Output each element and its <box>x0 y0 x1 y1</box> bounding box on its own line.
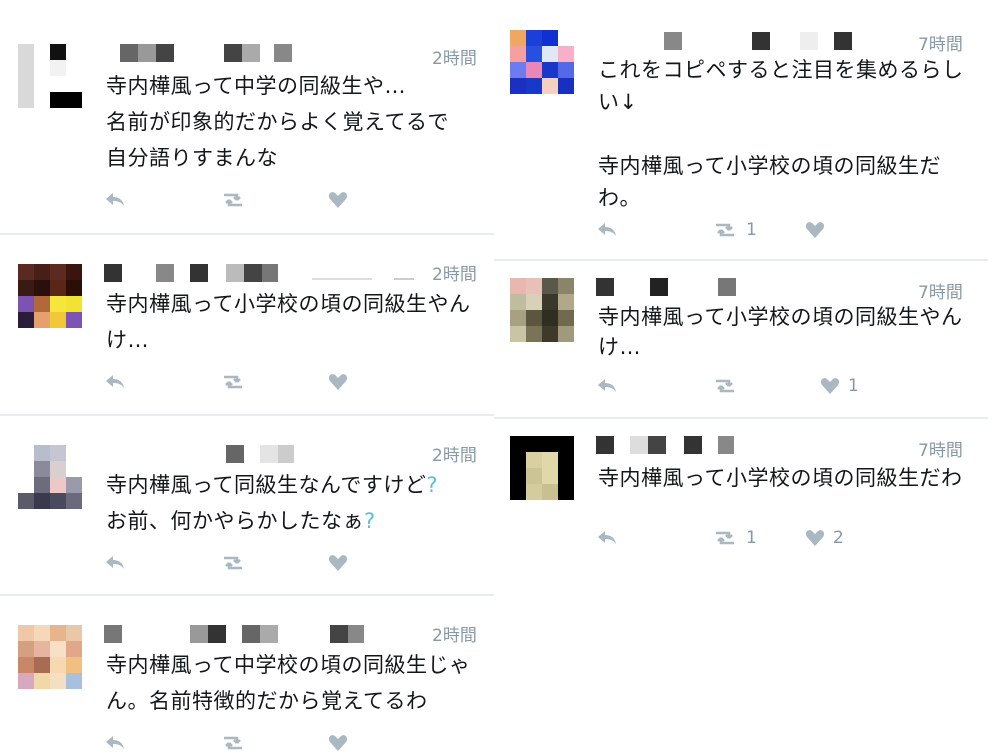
tweet-card[interactable]: 7時間 これをコピペすると注目を集めるらし い↓ 寺内樺風って小学校の頃の同級生… <box>494 0 1000 258</box>
reply-button[interactable] <box>596 529 618 547</box>
tweet-time[interactable]: 7時間 <box>918 278 963 303</box>
username-redacted[interactable] <box>596 278 896 296</box>
tweet-text-line: お前、何かやらかしたなぁ <box>106 509 364 533</box>
tweet-time[interactable]: 7時間 <box>918 30 963 55</box>
divider <box>0 594 494 596</box>
retweet-count: 1 <box>746 220 757 240</box>
divider <box>0 233 494 235</box>
avatar[interactable] <box>510 436 574 508</box>
reply-icon <box>598 223 616 236</box>
retweet-button[interactable] <box>712 377 746 395</box>
retweet-button[interactable] <box>220 191 254 209</box>
retweet-icon <box>716 379 734 393</box>
tweet-text: これをコピペすると注目を集めるらし い↓ 寺内樺風って小学校の頃の同級生だ わ。 <box>598 58 964 210</box>
divider <box>494 417 988 419</box>
retweet-button[interactable] <box>220 554 254 572</box>
tweet-actions: 1 2 <box>596 526 888 550</box>
reply-button[interactable] <box>104 373 126 391</box>
tweet-card[interactable]: 2時間 寺内樺風って中学の同級生や… 名前が印象的だからよく覚えてるで 自分語り… <box>0 0 494 232</box>
tweet-actions: 1 <box>596 218 877 242</box>
username-redacted[interactable] <box>120 44 320 62</box>
tweet-card[interactable]: 7時間 寺内樺風って小学校の頃の同級生やん け… 1 <box>494 262 1000 416</box>
tweet-text: 寺内樺風って小学校の頃の同級生やん け… <box>106 292 471 352</box>
retweet-button[interactable]: 1 <box>712 220 757 240</box>
tweet-text: 寺内樺風って中学の同級生や… 名前が印象的だからよく覚えてるで 自分語りすまんな <box>106 74 449 170</box>
tweet-time[interactable]: 2時間 <box>432 621 477 646</box>
heart-icon <box>328 735 348 751</box>
username-redacted[interactable] <box>104 264 424 282</box>
like-button[interactable] <box>328 373 356 391</box>
retweet-icon <box>224 375 242 389</box>
reply-icon <box>106 556 124 569</box>
heart-icon <box>328 192 348 208</box>
retweet-icon <box>716 531 734 545</box>
like-button[interactable]: 2 <box>805 528 844 548</box>
reply-button[interactable] <box>104 734 126 752</box>
divider <box>0 414 494 416</box>
reply-icon <box>598 531 616 544</box>
tweet-time[interactable]: 7時間 <box>918 436 963 461</box>
tweet-time[interactable]: 2時間 <box>432 260 477 285</box>
like-count: 2 <box>832 528 844 548</box>
retweet-button[interactable] <box>220 373 254 391</box>
like-button[interactable] <box>328 734 356 752</box>
heart-icon <box>805 222 824 238</box>
tweet-card[interactable]: 2時間 寺内樺風って同級生なんですけど? お前、何かやらかしたなぁ? <box>0 417 494 593</box>
retweet-icon <box>716 223 734 237</box>
username-redacted[interactable] <box>596 436 896 454</box>
reply-button[interactable] <box>596 221 618 239</box>
retweet-icon <box>224 556 242 570</box>
reply-button[interactable] <box>104 191 126 209</box>
heart-icon <box>820 378 840 394</box>
like-button[interactable] <box>805 221 833 239</box>
retweet-count: 1 <box>746 528 757 548</box>
question-mark-icon: ? <box>426 473 439 497</box>
tweet-text: 寺内樺風って小学校の頃の同級生だわ <box>598 466 963 490</box>
reply-button[interactable] <box>104 554 126 572</box>
retweet-button[interactable] <box>220 734 254 752</box>
avatar[interactable] <box>18 264 82 344</box>
heart-icon <box>328 374 348 390</box>
avatar[interactable] <box>510 30 574 102</box>
like-count: 1 <box>848 376 859 396</box>
tweet-actions <box>104 370 400 394</box>
retweet-icon <box>224 736 242 750</box>
avatar[interactable] <box>510 278 574 350</box>
heart-icon <box>328 555 348 571</box>
reply-icon <box>106 375 124 388</box>
avatar[interactable] <box>18 625 82 705</box>
avatar[interactable] <box>18 44 82 124</box>
tweet-card[interactable]: 2時間 寺内樺風って小学校の頃の同級生やん け… <box>0 236 494 412</box>
reply-icon <box>106 736 124 749</box>
tweet-actions: 1 <box>596 374 903 398</box>
tweet-card[interactable]: 2時間 寺内樺風って中学校の頃の同級生じゃ ん。名前特徴的だから覚えてるわ <box>0 597 494 756</box>
like-button[interactable] <box>328 554 356 572</box>
question-mark-icon: ? <box>364 509 376 533</box>
tweet-text-line: 寺内樺風って同級生なんですけど <box>106 473 427 497</box>
retweet-button[interactable]: 1 <box>712 528 757 548</box>
tweet-actions <box>104 551 400 575</box>
tweet-time[interactable]: 2時間 <box>432 44 477 69</box>
tweet-actions <box>104 188 400 212</box>
retweet-icon <box>224 193 242 207</box>
username-redacted[interactable] <box>226 445 426 463</box>
tweet-text: 寺内樺風って小学校の頃の同級生やん け… <box>598 305 963 359</box>
like-button[interactable]: 1 <box>820 376 859 396</box>
reply-button[interactable] <box>596 377 618 395</box>
reply-icon <box>106 193 124 206</box>
heart-icon <box>805 530 824 546</box>
tweet-time[interactable]: 2時間 <box>432 441 477 466</box>
like-button[interactable] <box>328 191 356 209</box>
avatar[interactable] <box>18 445 82 525</box>
tweet-text: 寺内樺風って同級生なんですけど? お前、何かやらかしたなぁ? <box>106 467 438 539</box>
username-redacted[interactable] <box>104 625 424 643</box>
reply-icon <box>598 379 616 392</box>
divider <box>494 259 988 261</box>
tweet-actions <box>104 731 400 755</box>
tweet-text: 寺内樺風って中学校の頃の同級生じゃ ん。名前特徴的だから覚えてるわ <box>106 653 471 713</box>
tweet-card[interactable]: 7時間 寺内樺風って小学校の頃の同級生だわ 1 2 <box>494 420 1000 570</box>
